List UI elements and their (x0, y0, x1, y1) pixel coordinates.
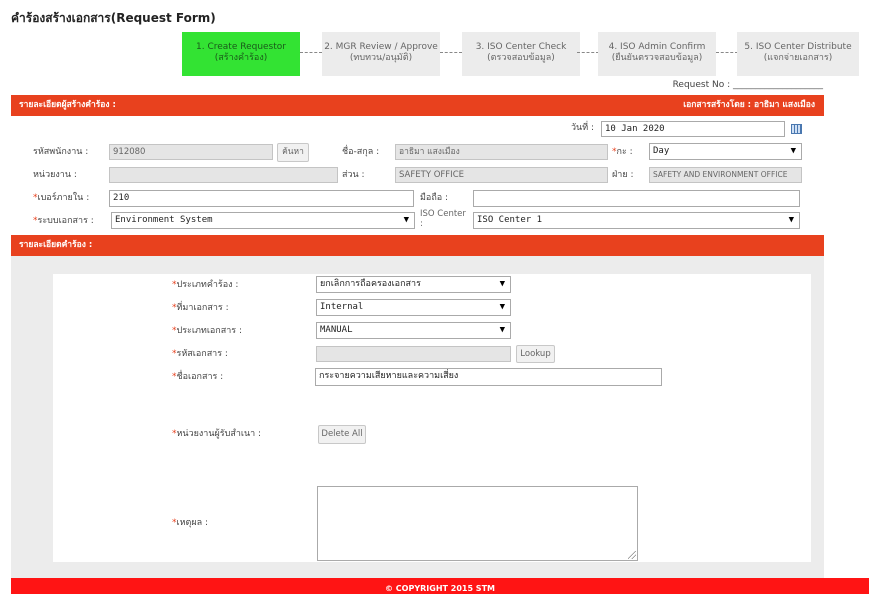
chevron-down-icon: ▼ (499, 325, 505, 335)
doc-name-label: ชื่อเอกสาร : (176, 372, 224, 382)
requester-section-header: รายละเอียดผู้สร้างคำร้อง : เอกสารสร้างโด… (11, 95, 824, 116)
lookup-button[interactable]: Lookup (516, 345, 555, 363)
doc-system-select[interactable]: Environment System ▼ (111, 212, 415, 229)
receiving-unit-label: หน่วยงานผู้รับสำเนา : (176, 429, 262, 439)
section-label: ส่วน : (342, 170, 365, 180)
request-type-value: ยกเลิกการถือครองเอกสาร (320, 279, 421, 289)
doc-system-value: Environment System (115, 215, 213, 225)
doc-source-value: Internal (320, 302, 364, 312)
calendar-icon[interactable] (791, 124, 802, 134)
resize-grip-icon[interactable] (628, 551, 636, 559)
doc-code-field (316, 346, 511, 362)
extension-label: เบอร์ภายใน : (37, 193, 90, 203)
page-title: คำร้องสร้างเอกสาร(Request Form) (11, 11, 216, 25)
doc-type-label: ประเภทเอกสาร : (176, 326, 243, 336)
reason-textarea[interactable] (317, 486, 638, 561)
request-number: Request No : ____________________ (672, 80, 823, 90)
iso-center-colon: : (420, 219, 423, 229)
doc-type-select[interactable]: MANUAL ▼ (316, 322, 511, 339)
request-section-header: รายละเอียดคำร้อง : (11, 235, 824, 256)
iso-center-value: ISO Center 1 (477, 215, 543, 225)
step-iso-center-distribute: 5. ISO Center Distribute (แจกจ่ายเอกสาร) (737, 32, 859, 76)
employee-id-label: รหัสพนักงาน : (33, 147, 89, 157)
step-sublabel: (แจกจ่ายเอกสาร) (763, 53, 833, 63)
doc-type-value: MANUAL (320, 325, 353, 335)
step-iso-admin-confirm: 4. ISO Admin Confirm (ยืนยันตรวจสอบข้อมู… (598, 32, 716, 76)
step-sublabel: (สร้างคำร้อง) (214, 53, 268, 63)
section-title: รายละเอียดผู้สร้างคำร้อง : (19, 100, 116, 110)
doc-source-label: ที่มาเอกสาร : (176, 303, 229, 313)
chevron-down-icon: ▼ (790, 146, 796, 156)
step-label: 2. MGR Review / Approve (324, 42, 438, 52)
footer: © COPYRIGHT 2015 STM (11, 578, 869, 594)
section-title: รายละเอียดคำร้อง : (19, 240, 93, 250)
division-label: ฝ่าย : (612, 170, 634, 180)
chevron-down-icon: ▼ (499, 302, 505, 312)
chevron-down-icon: ▼ (499, 279, 505, 289)
search-button[interactable]: ค้นหา (277, 143, 309, 162)
step-create-requestor: 1. Create Requestor (สร้างคำร้อง) (182, 32, 300, 76)
doc-source-select[interactable]: Internal ▼ (316, 299, 511, 316)
created-by: เอกสารสร้างโดย : อาธิมา แสงเมือง (683, 100, 815, 110)
delete-all-button[interactable]: Delete All (318, 425, 366, 444)
step-label: 1. Create Requestor (196, 42, 286, 52)
employee-id-field: 912080 (109, 144, 273, 160)
step-connector (440, 52, 462, 53)
mobile-label: มือถือ : (420, 193, 449, 203)
doc-code-label: รหัสเอกสาร : (176, 349, 228, 359)
step-connector (300, 52, 322, 53)
iso-center-label: ISO Center (420, 209, 466, 219)
mobile-field[interactable] (473, 190, 800, 207)
division-field: SAFETY AND ENVIRONMENT OFFICE (649, 167, 802, 183)
step-label: 3. ISO Center Check (475, 42, 567, 52)
request-type-select[interactable]: ยกเลิกการถือครองเอกสาร ▼ (316, 276, 511, 293)
unit-field (109, 167, 338, 183)
footer-text: © COPYRIGHT 2015 STM (385, 584, 495, 593)
step-label: 4. ISO Admin Confirm (608, 42, 706, 52)
shift-value: Day (653, 146, 670, 156)
step-iso-center-check: 3. ISO Center Check (ตรวจสอบข้อมูล) (462, 32, 580, 76)
name-label: ชื่อ-สกุล : (342, 147, 380, 157)
step-connector (716, 52, 738, 53)
request-type-label: ประเภทคำร้อง : (176, 280, 239, 290)
chevron-down-icon: ▼ (788, 215, 794, 225)
doc-system-label: ระบบเอกสาร : (37, 216, 94, 226)
doc-name-field[interactable]: กระจายความเสียหายและความเสี่ยง (315, 368, 662, 386)
step-sublabel: (ตรวจสอบข้อมูล) (487, 53, 555, 63)
step-sublabel: (ทบทวน/อนุมัติ) (349, 53, 413, 63)
step-connector (577, 52, 599, 53)
step-mgr-review: 2. MGR Review / Approve (ทบทวน/อนุมัติ) (322, 32, 440, 76)
name-field: อาธิมา แสงเมือง (395, 144, 608, 160)
date-field[interactable]: 10 Jan 2020 (601, 121, 785, 137)
shift-select[interactable]: Day ▼ (649, 143, 802, 160)
chevron-down-icon: ▼ (403, 215, 409, 225)
reason-label: เหตุผล : (176, 518, 209, 528)
step-label: 5. ISO Center Distribute (744, 42, 852, 52)
shift-label: กะ : (616, 147, 633, 157)
iso-center-select[interactable]: ISO Center 1 ▼ (473, 212, 800, 229)
extension-field[interactable]: 210 (109, 190, 414, 207)
step-sublabel: (ยืนยันตรวจสอบข้อมูล) (611, 53, 703, 63)
unit-label: หน่วยงาน : (33, 170, 77, 180)
section-field: SAFETY OFFICE (395, 167, 608, 183)
date-label: วันที่ : (571, 123, 595, 133)
